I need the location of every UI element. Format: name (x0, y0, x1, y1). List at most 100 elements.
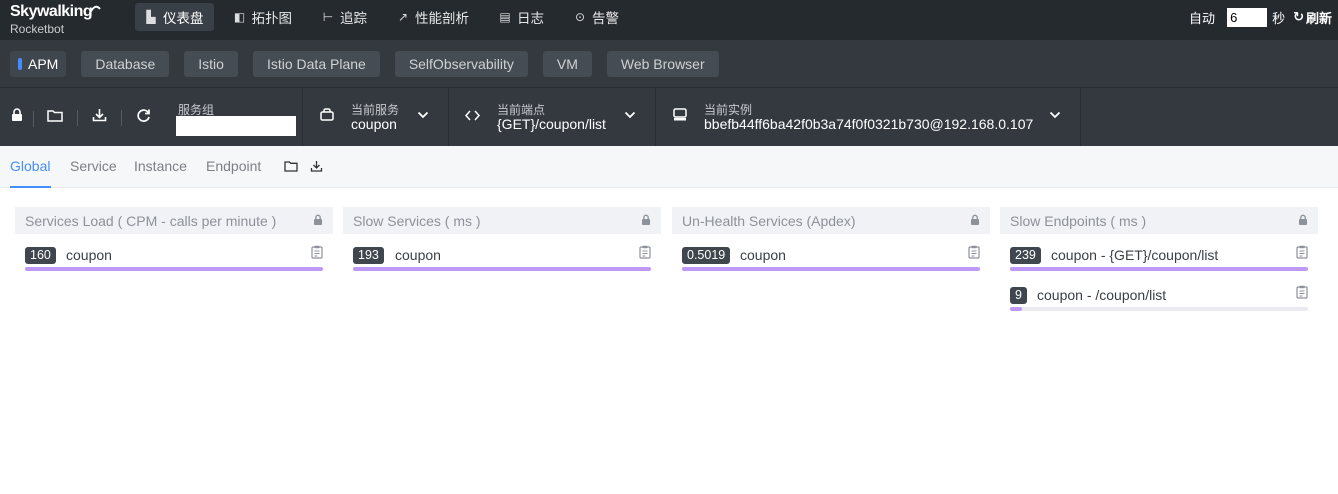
layer-label: SelfObservability (408, 56, 514, 72)
chevron-down-icon (624, 108, 636, 122)
code-icon (464, 108, 481, 125)
card-header: Slow Services ( ms ) (343, 207, 661, 234)
apdex-bar (682, 267, 980, 271)
endpoint-value: {GET}/coupon/list (497, 116, 606, 132)
nav-label: 告警 (592, 11, 619, 26)
lock-icon[interactable] (0, 108, 33, 126)
service-icon (320, 108, 334, 125)
clipboard-icon[interactable] (1296, 245, 1308, 259)
value-badge: 0.5019 (682, 247, 731, 264)
trace-icon: ⊢ (322, 10, 334, 24)
layer-apm[interactable]: APM (10, 51, 67, 77)
card-unhealth-services: Un-Health Services (Apdex) 0.5019 coupon (672, 207, 990, 274)
value-badge: 193 (353, 247, 384, 264)
tool-icons (0, 88, 165, 146)
list-item[interactable]: 9 coupon - /coupon/list (1000, 274, 1318, 314)
folder-icon[interactable] (284, 159, 298, 175)
download-icon[interactable] (77, 108, 121, 126)
nav-label: 仪表盘 (163, 11, 204, 26)
clipboard-icon[interactable] (311, 245, 323, 259)
layer-database[interactable]: Database (81, 51, 170, 77)
nav-dashboard[interactable]: ▙ 仪表盘 (135, 3, 214, 31)
layer-istio-data-plane[interactable]: Istio Data Plane (252, 51, 380, 77)
active-indicator (18, 58, 22, 70)
layer-tabs: APM Database Istio Istio Data Plane Self… (10, 51, 734, 77)
refresh-button[interactable]: ↻ 刷新 (1293, 8, 1332, 27)
latency-bar-fill (1010, 307, 1022, 311)
card-title: Slow Services ( ms ) (353, 212, 481, 229)
item-label: coupon (395, 247, 441, 263)
layer-self-observability[interactable]: SelfObservability (394, 51, 528, 77)
log-icon: ▤ (499, 10, 511, 24)
card-header: Services Load ( CPM - calls per minute ) (15, 207, 333, 234)
dashboard-tabs: Global Service Instance Endpoint (0, 146, 1338, 188)
card-slow-endpoints: Slow Endpoints ( ms ) 239 coupon - {GET}… (1000, 207, 1318, 314)
card-services-load: Services Load ( CPM - calls per minute )… (15, 207, 333, 274)
item-label: coupon (740, 247, 786, 263)
layer-web-browser[interactable]: Web Browser (606, 51, 719, 77)
download-icon[interactable] (310, 159, 323, 175)
lock-icon[interactable] (1298, 214, 1308, 226)
nav-log[interactable]: ▤ 日志 (489, 3, 554, 31)
tab-global[interactable]: Global (10, 158, 50, 174)
list-item[interactable]: 0.5019 coupon (672, 234, 990, 274)
logo-subtitle: Rocketbot (10, 22, 65, 36)
auto-refresh: 自动 秒 ↻ 刷新 (1189, 6, 1338, 28)
folder-icon[interactable] (33, 109, 77, 127)
latency-bar-fill (1010, 267, 1308, 271)
server-icon (673, 108, 687, 125)
active-tab-underline (10, 186, 51, 188)
layer-label: Istio (198, 56, 224, 72)
nav-topology[interactable]: ◧ 拓扑图 (224, 3, 303, 31)
nav-alarm[interactable]: ⊙ 告警 (564, 3, 629, 31)
lock-icon[interactable] (313, 214, 323, 226)
latency-bar (353, 267, 651, 271)
card-slow-services: Slow Services ( ms ) 193 coupon (343, 207, 661, 274)
chart-icon: ▙ (146, 10, 156, 24)
lock-icon[interactable] (970, 214, 980, 226)
interval-input[interactable] (1227, 7, 1268, 27)
card-title: Slow Endpoints ( ms ) (1010, 212, 1147, 229)
value-badge: 9 (1010, 287, 1027, 304)
chevron-down-icon (1049, 108, 1061, 122)
chevron-down-icon (417, 108, 429, 122)
logo-arc-icon (89, 5, 101, 14)
refresh-icon: ↻ (1293, 9, 1304, 24)
value-badge: 160 (25, 247, 56, 264)
layer-label: Istio Data Plane (266, 56, 366, 72)
layer-label: Web Browser (620, 56, 705, 72)
list-item[interactable]: 193 coupon (343, 234, 661, 274)
card-title: Un-Health Services (Apdex) (682, 212, 856, 229)
layer-bar: APM Database Istio Istio Data Plane Self… (0, 40, 1338, 88)
nav-label: 日志 (517, 11, 544, 26)
logo[interactable]: Skywalking Rocketbot (10, 3, 110, 37)
nav-label: 性能剖析 (415, 11, 469, 26)
top-bar: Skywalking Rocketbot ▙ 仪表盘 ◧ 拓扑图 ⊢ 追踪 ↗ … (0, 0, 1338, 40)
service-selector[interactable]: 当前服务 coupon (303, 88, 449, 146)
alarm-icon: ⊙ (574, 10, 586, 24)
auto-label[interactable]: 自动 (1189, 8, 1215, 27)
lock-icon[interactable] (641, 214, 651, 226)
item-label: coupon (66, 247, 112, 263)
nav-trace[interactable]: ⊢ 追踪 (312, 3, 377, 31)
item-label: coupon - {GET}/coupon/list (1051, 247, 1219, 263)
group-input[interactable] (176, 116, 296, 136)
card-title: Services Load ( CPM - calls per minute ) (25, 212, 277, 229)
nav-profile[interactable]: ↗ 性能剖析 (387, 3, 479, 31)
tab-instance[interactable]: Instance (134, 158, 187, 174)
item-label: coupon - /coupon/list (1037, 287, 1167, 303)
clipboard-icon[interactable] (968, 245, 980, 259)
clipboard-icon[interactable] (1296, 285, 1308, 299)
reload-icon[interactable] (121, 108, 165, 127)
layer-istio[interactable]: Istio (184, 51, 238, 77)
list-item[interactable]: 160 coupon (15, 234, 333, 274)
load-bar-fill (25, 267, 323, 271)
tab-endpoint[interactable]: Endpoint (206, 158, 261, 174)
endpoint-selector[interactable]: 当前端点 {GET}/coupon/list (449, 88, 656, 146)
instance-selector[interactable]: 当前实例 bbefb44ff6ba42f0b3a74f0f0321b730@19… (656, 88, 1081, 146)
list-item[interactable]: 239 coupon - {GET}/coupon/list (1000, 234, 1318, 274)
layer-vm[interactable]: VM (542, 51, 592, 77)
tab-service[interactable]: Service (70, 158, 117, 174)
main-nav: ▙ 仪表盘 ◧ 拓扑图 ⊢ 追踪 ↗ 性能剖析 ▤ 日志 ⊙ 告警 (135, 3, 639, 31)
clipboard-icon[interactable] (639, 245, 651, 259)
